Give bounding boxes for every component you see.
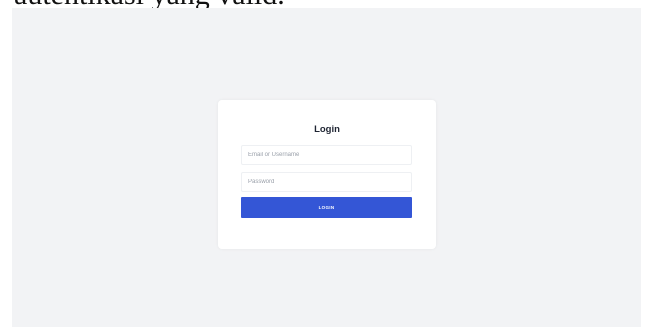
page-background: Login LOGIN: [12, 8, 641, 327]
password-input[interactable]: [241, 172, 412, 192]
login-title: Login: [314, 124, 340, 135]
top-caption-text: autentikasi yang valid.: [0, 0, 646, 8]
login-button[interactable]: LOGIN: [241, 197, 412, 218]
login-card: Login LOGIN: [218, 100, 436, 249]
email-username-input[interactable]: [241, 145, 412, 165]
